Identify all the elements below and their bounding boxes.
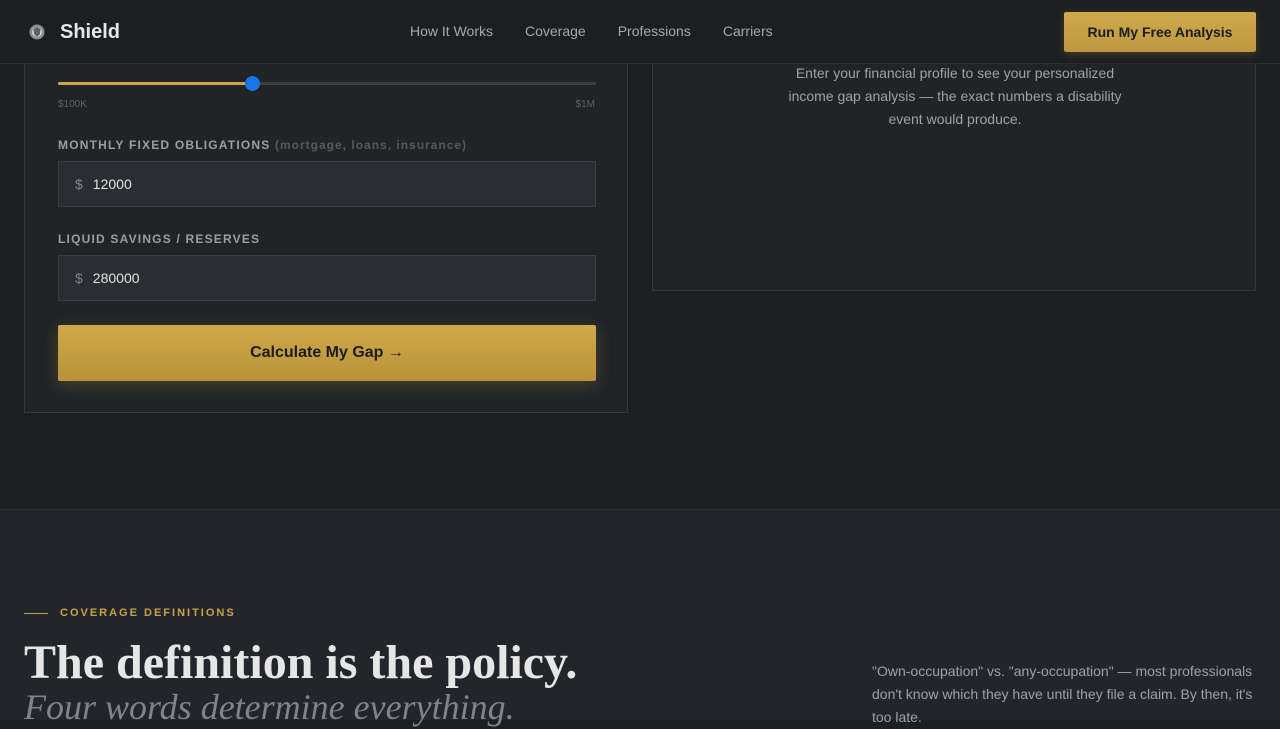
obligations-input[interactable]	[92, 176, 573, 192]
calculate-gap-button[interactable]: Calculate My Gap →	[58, 325, 596, 381]
obligations-label-text: MONTHLY FIXED OBLIGATIONS	[58, 138, 271, 152]
top-navigation: Shield How It Works Coverage Professions…	[0, 0, 1280, 64]
nav-links: How It Works Coverage Professions Carrie…	[410, 23, 773, 39]
obligations-label: MONTHLY FIXED OBLIGATIONS (mortgage, loa…	[58, 138, 467, 152]
financial-profile-form: $100K $1M MONTHLY FIXED OBLIGATIONS (mor…	[24, 20, 628, 413]
nav-link-carriers[interactable]: Carriers	[723, 23, 773, 39]
section-body-text: "Own-occupation" vs. "any-occupation" — …	[872, 663, 1253, 725]
slider-max-label: $1M	[575, 99, 595, 110]
nav-link-how-it-works[interactable]: How It Works	[410, 23, 493, 39]
slider-fill	[58, 82, 252, 85]
slider-thumb[interactable]	[244, 76, 260, 91]
nav-link-professions[interactable]: Professions	[618, 23, 691, 39]
dollar-prefix: $	[75, 176, 83, 192]
eyebrow-divider	[24, 612, 48, 614]
savings-input[interactable]	[92, 270, 573, 286]
result-placeholder-text: Enter your financial profile to see your…	[788, 65, 1122, 127]
section-eyebrow: COVERAGE DEFINITIONS	[24, 607, 236, 619]
slider-min-label: $100K	[58, 99, 87, 110]
savings-label: LIQUID SAVINGS / RESERVES	[58, 232, 261, 246]
brand[interactable]: Shield	[28, 20, 120, 44]
section-subheadline: Four words determine everything.	[24, 687, 515, 727]
shield-logo-icon	[28, 23, 46, 41]
coverage-definitions-section: COVERAGE DEFINITIONS The definition is t…	[0, 509, 1280, 727]
obligations-hint: (mortgage, loans, insurance)	[275, 138, 468, 152]
income-slider[interactable]	[58, 76, 596, 91]
eyebrow-text: COVERAGE DEFINITIONS	[60, 607, 236, 619]
savings-field[interactable]: $	[58, 255, 596, 301]
section-headline: The definition is the policy.	[24, 636, 578, 689]
run-analysis-button[interactable]: Run My Free Analysis	[1064, 12, 1256, 52]
dollar-prefix: $	[75, 270, 83, 286]
brand-name: Shield	[60, 20, 121, 43]
obligations-field[interactable]: $	[58, 161, 596, 207]
nav-link-coverage[interactable]: Coverage	[525, 23, 586, 39]
